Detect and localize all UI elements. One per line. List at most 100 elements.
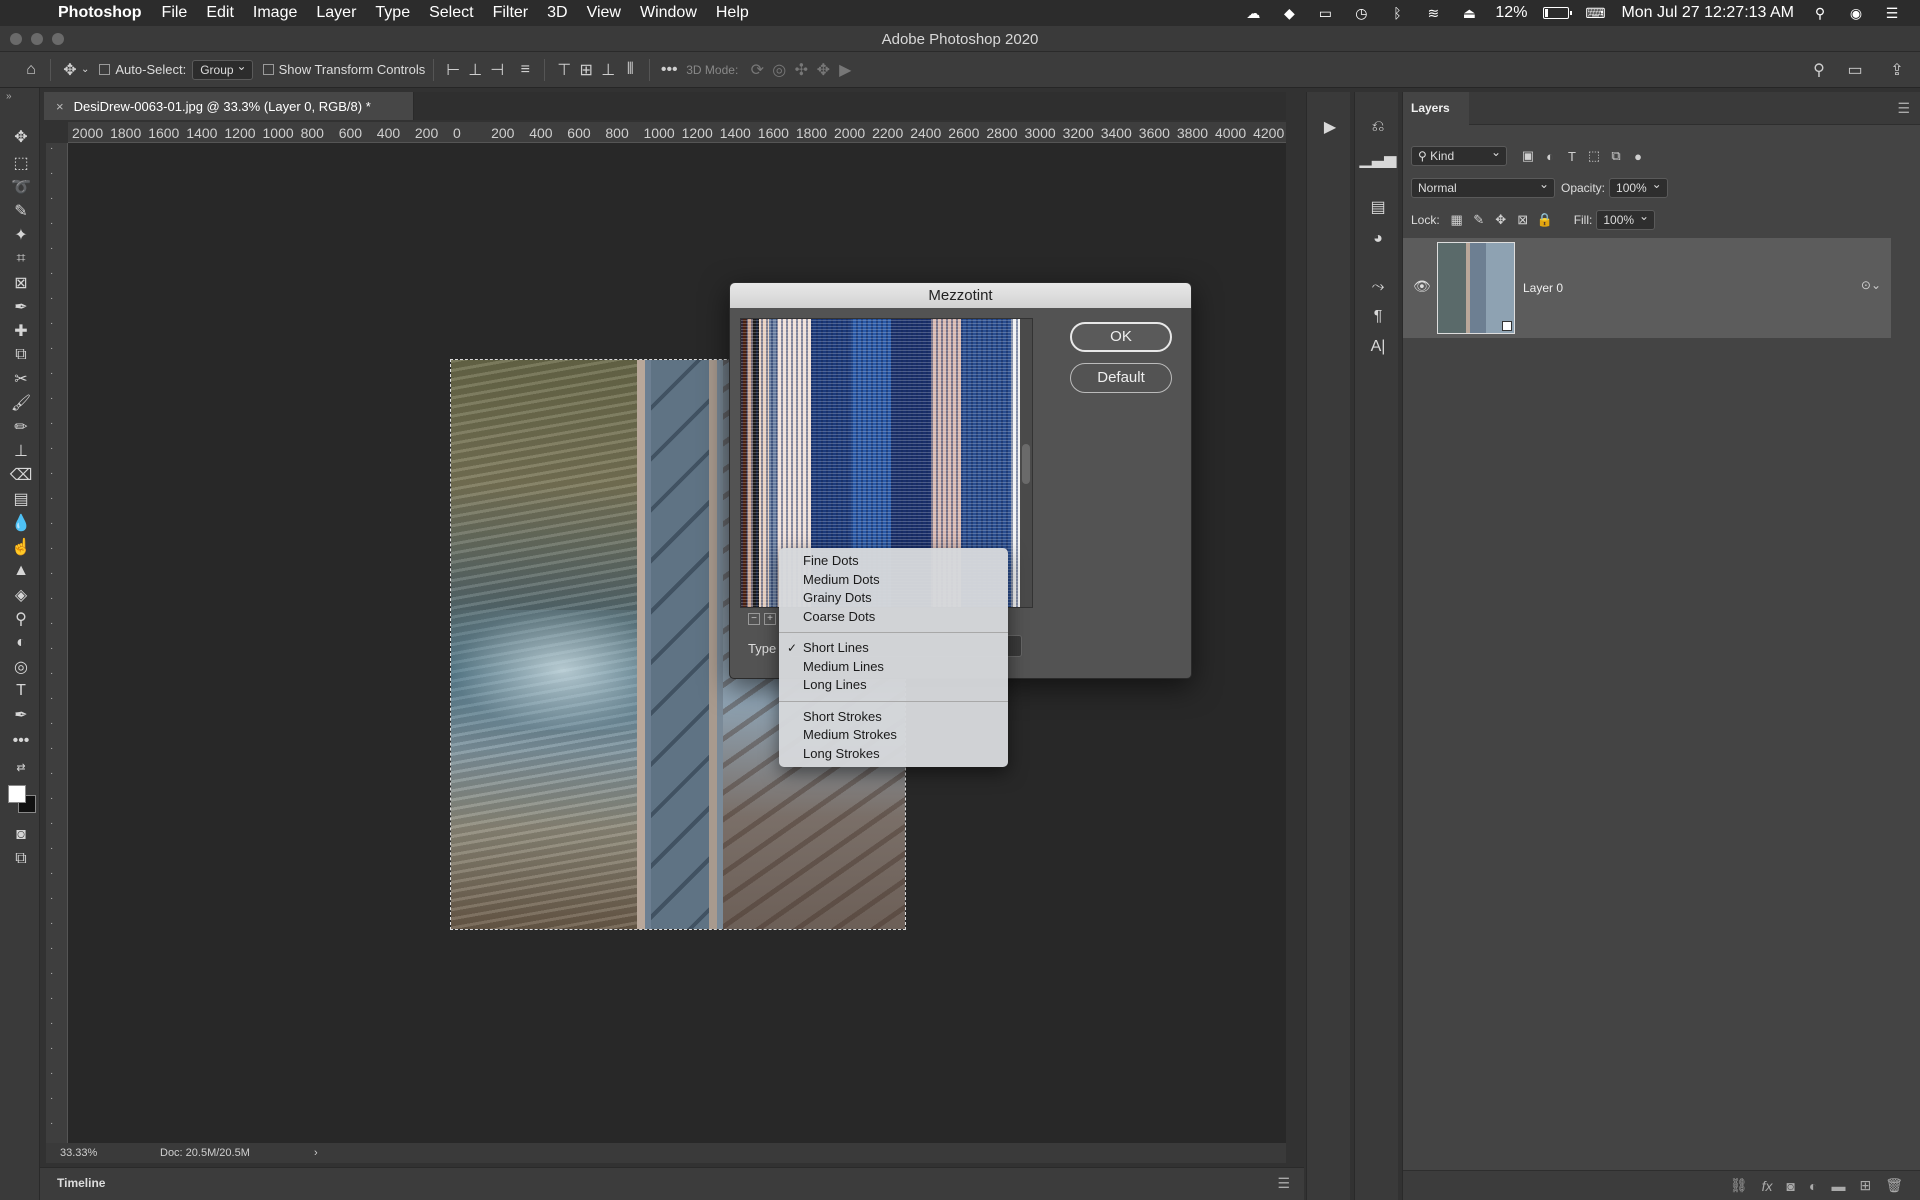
burn-tool-icon[interactable]: ◐ bbox=[8, 630, 34, 656]
home-icon[interactable]: ⌂ bbox=[20, 59, 42, 81]
menu-image[interactable]: Image bbox=[253, 4, 297, 22]
sharpen-tool-icon[interactable]: ▲ bbox=[8, 558, 34, 584]
zoom-out-button[interactable]: − bbox=[748, 613, 760, 625]
timeline-label[interactable]: Timeline bbox=[57, 1176, 105, 1190]
marquee-tool-icon[interactable]: ⬚ bbox=[8, 150, 34, 176]
ok-button[interactable]: OK bbox=[1070, 322, 1172, 352]
menu-item-medium-dots[interactable]: Medium Dots bbox=[779, 571, 1008, 590]
battery-icon[interactable] bbox=[1543, 7, 1573, 19]
menu-item-long-strokes[interactable]: Long Strokes bbox=[779, 745, 1008, 764]
filter-shape-icon[interactable]: ⬚ bbox=[1583, 146, 1605, 166]
history-icon[interactable]: ⎌ bbox=[1367, 116, 1389, 138]
more-tools-icon[interactable]: ••• bbox=[8, 728, 34, 754]
3d-orbit-icon[interactable]: ⟳ bbox=[746, 59, 768, 81]
menu-window[interactable]: Window bbox=[640, 4, 697, 22]
lock-position-icon[interactable]: ✥ bbox=[1490, 210, 1512, 230]
pencil-tool-icon[interactable]: ✏ bbox=[8, 414, 34, 440]
patch-tool-icon[interactable]: ⧉ bbox=[8, 342, 34, 368]
new-adjustment-icon[interactable]: ◐ bbox=[1809, 1178, 1817, 1194]
align-middle-icon[interactable]: ⊞ bbox=[575, 59, 597, 81]
spotlight-search-icon[interactable]: ⚲ bbox=[1810, 5, 1830, 21]
default-button[interactable]: Default bbox=[1070, 363, 1172, 393]
menu-layer[interactable]: Layer bbox=[316, 4, 356, 22]
layer-thumbnail[interactable] bbox=[1437, 242, 1515, 334]
eject-icon[interactable]: ⏏ bbox=[1459, 5, 1479, 21]
vertical-ruler[interactable]: · · · · · · · · · · · · · · · · · · · · · · · · · · · · · · · · · · · · · · · · bbox=[46, 143, 68, 1143]
clone-stamp-tool-icon[interactable]: ⊥ bbox=[8, 438, 34, 464]
lock-image-icon[interactable]: ✎ bbox=[1468, 210, 1490, 230]
eraser-tool-icon[interactable]: ⌫ bbox=[8, 462, 34, 488]
auto-select-checkbox[interactable] bbox=[99, 64, 111, 75]
more-options-icon[interactable]: ••• bbox=[658, 59, 680, 81]
frame-tool-icon[interactable]: ⊠ bbox=[8, 270, 34, 296]
quick-select-tool-icon[interactable]: ✎ bbox=[8, 198, 34, 224]
paint-bucket-tool-icon[interactable]: ◈ bbox=[8, 582, 34, 608]
fx-icon[interactable]: fx bbox=[1762, 1178, 1773, 1194]
align-top-icon[interactable]: ⊤ bbox=[553, 59, 575, 81]
crop-tool-icon[interactable]: ⌗ bbox=[8, 246, 34, 272]
brush-tool-icon[interactable]: 🖌 bbox=[8, 390, 34, 416]
filter-kind-dropdown[interactable]: ⚲ Kind bbox=[1411, 145, 1507, 166]
type-tool-icon[interactable]: T bbox=[8, 678, 34, 704]
sponge-tool-icon[interactable]: ◎ bbox=[8, 654, 34, 680]
status-chevron-icon[interactable]: › bbox=[314, 1147, 318, 1159]
wifi-icon[interactable]: ≋ bbox=[1423, 5, 1443, 21]
lock-all-icon[interactable]: 🔒 bbox=[1534, 210, 1556, 230]
tab-layers[interactable]: Layers bbox=[1403, 92, 1469, 125]
menu-3d[interactable]: 3D bbox=[547, 4, 567, 22]
lock-transparent-icon[interactable]: ▦ bbox=[1446, 210, 1468, 230]
menu-item-coarse-dots[interactable]: Coarse Dots bbox=[779, 608, 1008, 627]
input-source-icon[interactable]: ⌨ bbox=[1585, 5, 1605, 21]
align-right-icon[interactable]: ⊣ bbox=[486, 59, 508, 81]
toolbar-collapse-icon[interactable]: » bbox=[6, 91, 12, 102]
visibility-eye-icon[interactable]: 👁 bbox=[1413, 278, 1431, 295]
app-menu[interactable]: Photoshop bbox=[58, 4, 142, 22]
siri-icon[interactable]: ◉ bbox=[1846, 5, 1866, 21]
blend-mode-dropdown[interactable]: Normal bbox=[1411, 177, 1555, 198]
preset-chevron-icon[interactable]: ⌄ bbox=[81, 64, 89, 75]
eyedropper-tool-icon[interactable]: ✒ bbox=[8, 294, 34, 320]
fill-field[interactable]: 100% bbox=[1596, 209, 1656, 230]
screen-mode-icon[interactable]: ⧉ bbox=[8, 846, 34, 872]
3d-roll-icon[interactable]: ◎ bbox=[768, 59, 790, 81]
libraries-icon[interactable]: ▤ bbox=[1367, 196, 1389, 218]
align-left-icon[interactable]: ⊢ bbox=[442, 59, 464, 81]
menu-type[interactable]: Type bbox=[375, 4, 410, 22]
preview-scrollbar[interactable] bbox=[1020, 319, 1032, 607]
zoom-level[interactable]: 33.33% bbox=[60, 1147, 160, 1159]
menu-edit[interactable]: Edit bbox=[206, 4, 234, 22]
panel-menu-icon[interactable]: ☰ bbox=[1897, 100, 1910, 117]
paragraph-icon[interactable]: ¶ bbox=[1367, 306, 1389, 328]
filter-pixel-icon[interactable]: ▣ bbox=[1517, 146, 1539, 166]
layer-row[interactable]: 👁 Layer 0 ⊙⌄ bbox=[1403, 238, 1891, 338]
dropbox-icon[interactable]: ◆ bbox=[1279, 5, 1299, 21]
menu-item-fine-dots[interactable]: Fine Dots bbox=[779, 552, 1008, 571]
document-tab[interactable]: × DesiDrew-0063-01.jpg @ 33.3% (Layer 0,… bbox=[44, 92, 414, 120]
new-layer-icon[interactable]: ⊞ bbox=[1859, 1177, 1871, 1194]
healing-brush-tool-icon[interactable]: ✚ bbox=[8, 318, 34, 344]
smudge-tool-icon[interactable]: ☝ bbox=[8, 534, 34, 560]
menu-view[interactable]: View bbox=[587, 4, 621, 22]
clock[interactable]: Mon Jul 27 12:27:13 AM bbox=[1621, 4, 1794, 22]
preview-scroll-thumb[interactable] bbox=[1022, 444, 1030, 484]
menu-filter[interactable]: Filter bbox=[493, 4, 529, 22]
timeline-menu-icon[interactable]: ☰ bbox=[1277, 1175, 1290, 1192]
menu-item-short-strokes[interactable]: Short Strokes bbox=[779, 708, 1008, 727]
workspace-icon[interactable]: ▭ bbox=[1844, 59, 1866, 81]
lasso-tool-icon[interactable]: ➰ bbox=[8, 174, 34, 200]
delete-layer-icon[interactable]: 🗑 bbox=[1885, 1177, 1903, 1194]
move-tool-preset-icon[interactable]: ✥ bbox=[59, 59, 81, 81]
menu-item-medium-lines[interactable]: Medium Lines bbox=[779, 658, 1008, 677]
add-mask-icon[interactable]: ◙ bbox=[1787, 1178, 1795, 1194]
share-icon[interactable]: ⇪ bbox=[1886, 59, 1908, 81]
auto-select-dropdown[interactable]: Group bbox=[192, 59, 253, 80]
3d-pan-icon[interactable]: ✣ bbox=[790, 59, 812, 81]
3d-slide-icon[interactable]: ✥ bbox=[812, 59, 834, 81]
horizontal-ruler[interactable]: 2000 1800 1600 1400 1200 1000 800 600 400 200 0 200… bbox=[68, 122, 1286, 143]
close-tab-icon[interactable]: × bbox=[56, 99, 64, 114]
search-icon[interactable]: ⚲ bbox=[1808, 59, 1830, 81]
menu-item-grainy-dots[interactable]: Grainy Dots bbox=[779, 589, 1008, 608]
lock-artboard-icon[interactable]: ⊠ bbox=[1512, 210, 1534, 230]
menu-item-short-lines[interactable]: ✓ Short Lines bbox=[779, 639, 1008, 658]
layer-name[interactable]: Layer 0 bbox=[1523, 281, 1563, 295]
